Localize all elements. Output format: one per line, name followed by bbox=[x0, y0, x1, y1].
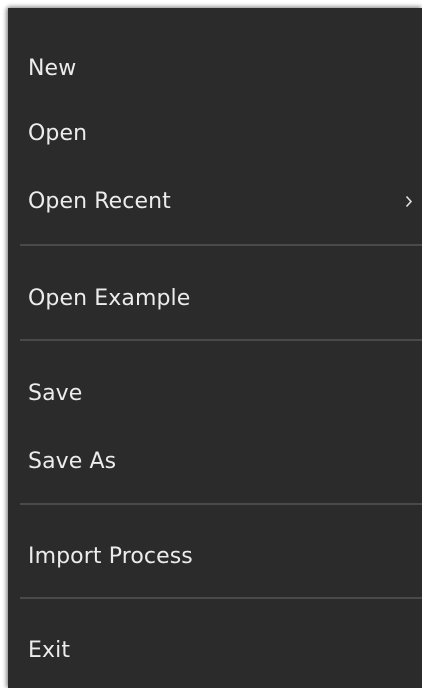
menu-item-label: Open Example bbox=[28, 285, 191, 311]
menu-item-open-example[interactable]: Open Example bbox=[8, 268, 422, 328]
menu-separator bbox=[20, 503, 422, 505]
menu-item-import-process[interactable]: Import Process bbox=[8, 526, 422, 586]
chevron-right-icon bbox=[404, 194, 414, 208]
menu-item-label: New bbox=[28, 55, 77, 81]
menu-item-label: Exit bbox=[28, 637, 71, 663]
menu-item-open[interactable]: Open bbox=[8, 103, 422, 163]
menu-item-label: Import Process bbox=[28, 543, 193, 569]
menu-item-exit[interactable]: Exit bbox=[8, 620, 422, 680]
menu-separator bbox=[20, 339, 422, 341]
menu-item-label: Open Recent bbox=[28, 188, 171, 214]
menu-item-save-as[interactable]: Save As bbox=[8, 431, 422, 491]
menu-item-open-recent[interactable]: Open Recent bbox=[8, 171, 422, 231]
menu-item-label: Save As bbox=[28, 448, 117, 474]
menu-item-label: Save bbox=[28, 380, 83, 406]
menu-item-label: Open bbox=[28, 120, 88, 146]
menu-item-save[interactable]: Save bbox=[8, 363, 422, 423]
file-menu: New Open Open Recent Open Example Save S… bbox=[8, 8, 422, 688]
menu-separator bbox=[20, 597, 422, 599]
menu-separator bbox=[20, 244, 422, 246]
menu-item-new[interactable]: New bbox=[8, 38, 422, 98]
